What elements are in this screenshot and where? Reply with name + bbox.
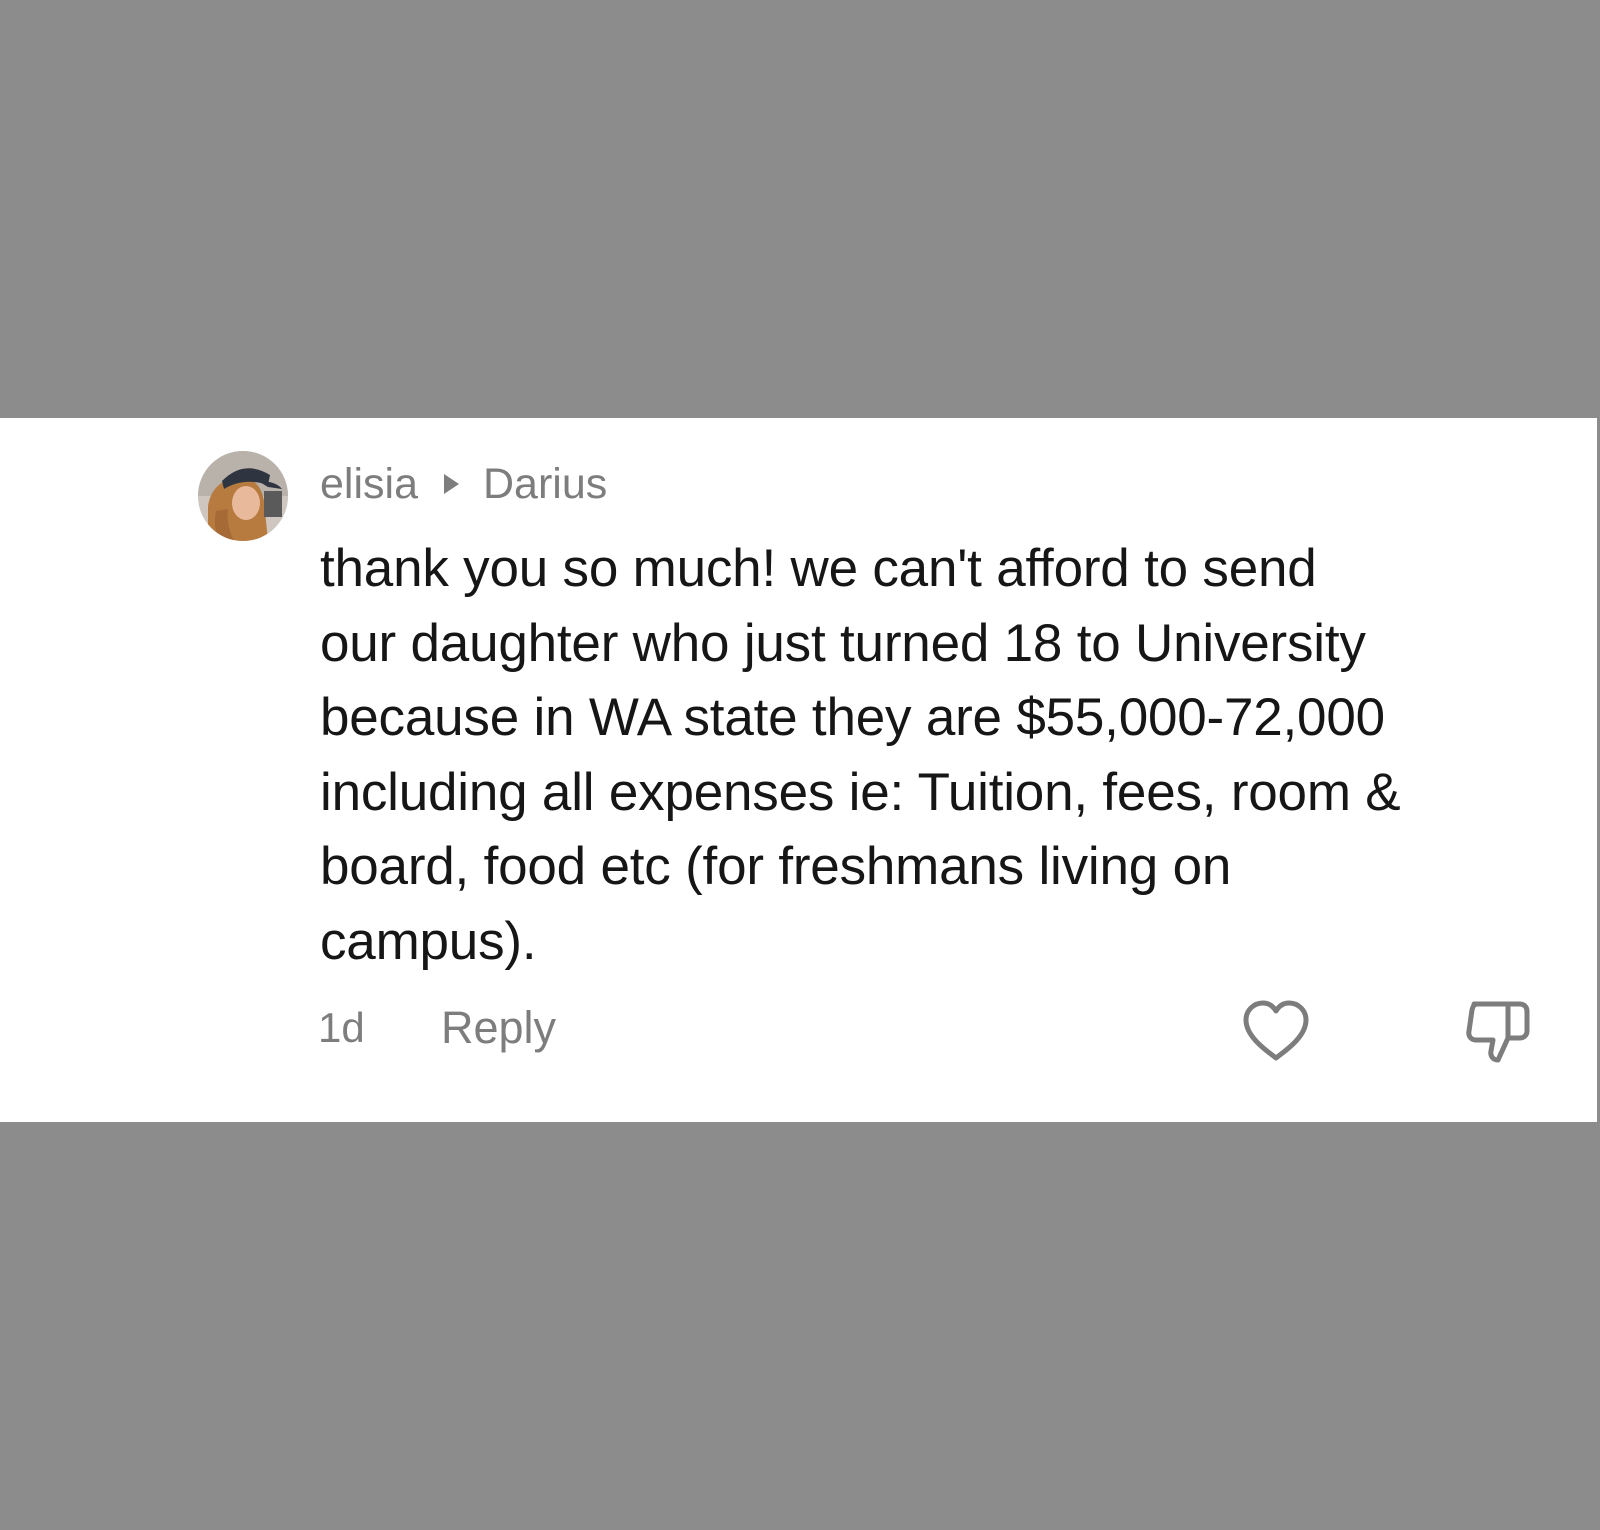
comment-text-line: campus). <box>320 911 537 971</box>
comment-text-line: including all expenses ie: Tuition, fees… <box>320 762 1401 822</box>
comment-text-line: our daughter who just turned 18 to Unive… <box>320 613 1366 673</box>
comment-text-line: board, food etc (for freshmans living on <box>320 837 1232 896</box>
comment-text-line: because in WA state they are $55,000-72,… <box>320 688 1385 747</box>
avatar-image <box>198 451 288 541</box>
comment-header: elisia Darius <box>320 456 607 512</box>
reply-to-name[interactable]: Darius <box>483 460 607 509</box>
avatar[interactable] <box>198 451 288 541</box>
heart-outline-icon <box>1243 1000 1309 1061</box>
triangle-right-icon <box>444 474 459 494</box>
reply-button[interactable]: Reply <box>441 1002 556 1054</box>
dislike-button[interactable] <box>1464 996 1532 1066</box>
comment-text: thank you so much! we can't afford to se… <box>320 532 1565 979</box>
thumbs-down-outline-icon <box>1466 1001 1530 1063</box>
author-name[interactable]: elisia <box>320 460 418 509</box>
like-button[interactable] <box>1240 998 1312 1064</box>
comment-card: elisia Darius thank you so much! we can'… <box>0 418 1597 1122</box>
comment-text-line: thank you so much! we can't afford to se… <box>320 539 1317 598</box>
comment-timestamp: 1d <box>318 1004 365 1051</box>
